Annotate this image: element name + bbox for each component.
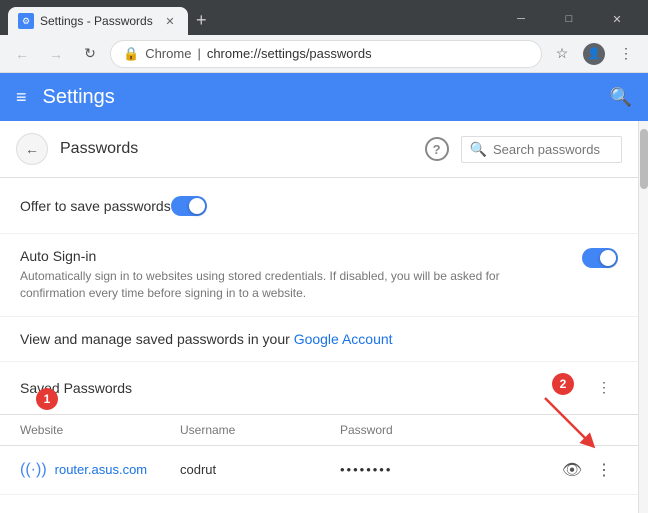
username-cell: codrut (180, 462, 340, 477)
window-controls: ─ □ ✕ (498, 7, 640, 31)
content-wrapper: ← Passwords ? 🔍 Offer to save passwords … (0, 121, 648, 513)
maximize-button[interactable]: □ (546, 7, 592, 31)
password-column-header: Password (340, 423, 618, 437)
address-bar: ← → ↻ 🔒 Chrome | chrome://settings/passw… (0, 35, 648, 73)
saved-passwords-more-button[interactable]: ⋮ (590, 374, 618, 402)
auto-signin-label: Auto Sign-in (20, 248, 582, 264)
auto-signin-text: Auto Sign-in Automatically sign in to we… (20, 248, 582, 302)
username-value: codrut (180, 462, 216, 477)
wifi-icon: ((·)) (20, 461, 47, 479)
google-account-row: View and manage saved passwords in your … (0, 317, 638, 362)
password-cell: •••••••• (340, 462, 558, 477)
offer-save-row: Offer to save passwords (0, 178, 638, 234)
tab-favicon: ⚙ (18, 13, 34, 29)
passwords-header: ← Passwords ? 🔍 (0, 121, 638, 178)
auto-signin-desc: Automatically sign in to websites using … (20, 268, 500, 302)
password-dots: •••••••• (340, 462, 392, 477)
bookmark-button[interactable]: ☆ (548, 40, 576, 68)
new-tab-button[interactable]: + (188, 10, 215, 31)
website-value: router.asus.com (55, 462, 148, 477)
password-row-more-button[interactable]: ⋮ (590, 456, 618, 484)
close-button[interactable]: ✕ (594, 7, 640, 31)
google-account-text: View and manage saved passwords in your (20, 331, 290, 347)
scrollbar[interactable] (638, 121, 648, 513)
passwords-page-title: Passwords (60, 140, 413, 158)
search-passwords-box[interactable]: 🔍 (461, 136, 622, 163)
refresh-button[interactable]: ↻ (76, 40, 104, 68)
hamburger-menu[interactable]: ≡ (16, 87, 27, 108)
url-display: chrome://settings/passwords (207, 46, 372, 61)
separator: | (197, 46, 200, 61)
offer-save-toggle[interactable] (171, 196, 207, 216)
omnibox-actions: ☆ 👤 ⋮ (548, 40, 640, 68)
forward-button[interactable]: → (42, 40, 70, 68)
scrollbar-thumb[interactable] (640, 129, 648, 189)
auto-signin-toggle[interactable] (582, 248, 618, 268)
settings-header: ≡ Settings 🔍 (0, 73, 648, 121)
search-magnifier-icon: 🔍 (470, 141, 487, 158)
omnibox[interactable]: 🔒 Chrome | chrome://settings/passwords (110, 40, 542, 68)
main-content: ← Passwords ? 🔍 Offer to save passwords … (0, 121, 638, 513)
avatar-button[interactable]: 👤 (580, 40, 608, 68)
show-password-button[interactable]: 👁 (558, 456, 586, 484)
password-actions: 👁 ⋮ (558, 456, 618, 484)
saved-passwords-section-header: Saved Passwords ⋮ (0, 362, 638, 415)
search-header-icon[interactable]: 🔍 (610, 87, 632, 108)
tab-close-button[interactable]: ✕ (162, 13, 178, 29)
source-label: Chrome (145, 46, 191, 61)
back-to-settings-button[interactable]: ← (16, 133, 48, 165)
tab-bar: ⚙ Settings - Passwords ✕ + (8, 7, 498, 35)
settings-title: Settings (43, 86, 594, 109)
username-column-header: Username (180, 423, 340, 437)
website-cell: ((·)) router.asus.com (20, 461, 180, 479)
active-tab[interactable]: ⚙ Settings - Passwords ✕ (8, 7, 188, 35)
title-bar: ⚙ Settings - Passwords ✕ + ─ □ ✕ (0, 0, 648, 35)
lock-icon: 🔒 (123, 46, 139, 62)
password-table-header: Website Username Password (0, 415, 638, 446)
saved-passwords-title: Saved Passwords (20, 380, 590, 396)
tab-title: Settings - Passwords (40, 14, 156, 28)
help-button[interactable]: ? (425, 137, 449, 161)
website-column-header: Website (20, 423, 180, 437)
minimize-button[interactable]: ─ (498, 7, 544, 31)
menu-button[interactable]: ⋮ (612, 40, 640, 68)
offer-save-label: Offer to save passwords (20, 198, 171, 214)
back-button[interactable]: ← (8, 40, 36, 68)
google-account-link[interactable]: Google Account (294, 331, 393, 347)
search-passwords-input[interactable] (493, 142, 613, 157)
table-row: ((·)) router.asus.com codrut •••••••• 👁 … (0, 446, 638, 495)
auto-signin-row: Auto Sign-in Automatically sign in to we… (0, 234, 638, 317)
